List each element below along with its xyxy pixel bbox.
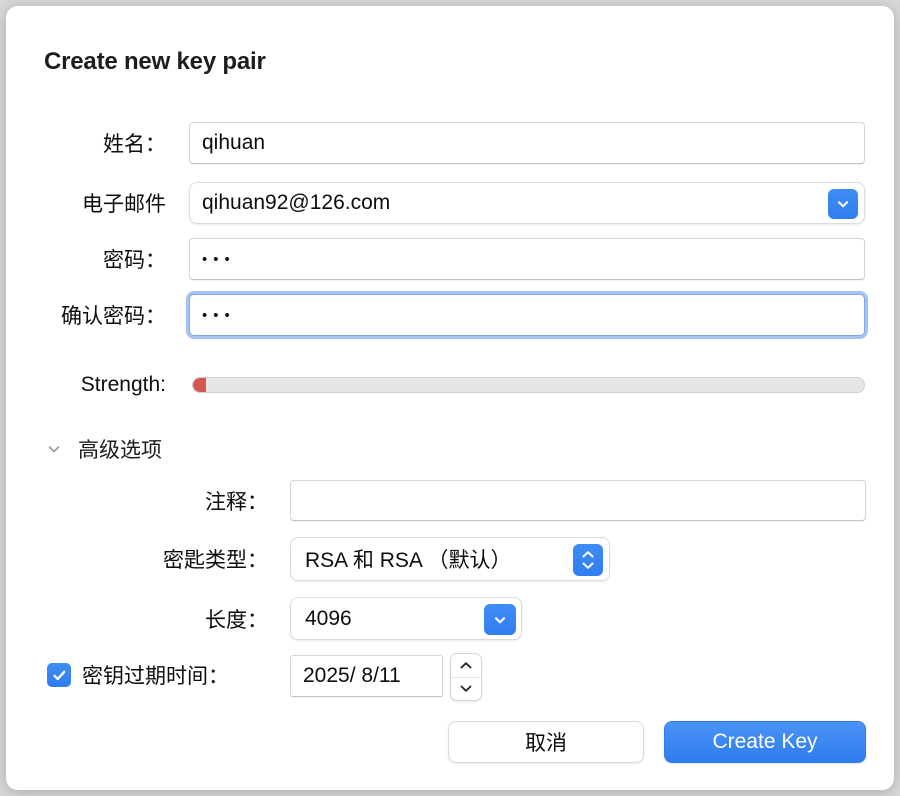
create-key-button[interactable]: Create Key: [664, 721, 866, 763]
length-combobox[interactable]: 4096: [290, 597, 522, 640]
comment-label: 注释：: [205, 490, 268, 514]
email-combobox[interactable]: qihuan92@126.com: [189, 182, 865, 224]
name-label: 姓名：: [103, 133, 166, 156]
expiry-stepper-up[interactable]: [451, 654, 481, 678]
password-label: 密码：: [103, 249, 166, 272]
key-type-stepper-button[interactable]: [573, 544, 603, 576]
cancel-button-label: 取消: [525, 732, 567, 755]
expiry-label: 密钥过期时间：: [82, 665, 229, 688]
length-value: 4096: [305, 606, 352, 630]
chevron-down-icon: [494, 616, 506, 623]
row-comment: 注释：: [6, 480, 866, 521]
chevron-down-icon: [582, 562, 594, 569]
password-input-value: •••: [202, 250, 236, 268]
checkmark-icon: [52, 670, 65, 680]
row-name: 姓名： qihuan: [6, 122, 866, 164]
length-dropdown-button[interactable]: [484, 604, 516, 635]
chevron-up-icon: [460, 662, 472, 669]
name-input[interactable]: qihuan: [189, 122, 865, 164]
name-input-value: qihuan: [202, 131, 266, 154]
row-length: 长度： 4096: [6, 597, 566, 640]
password-input[interactable]: •••: [189, 238, 865, 280]
dialog-window: Create new key pair 姓名： qihuan 电子邮件 qihu…: [6, 6, 894, 790]
chevron-down-icon: [837, 201, 849, 208]
page-title: Create new key pair: [44, 48, 266, 75]
comment-input[interactable]: [290, 480, 866, 521]
length-label: 长度：: [205, 608, 268, 632]
confirm-password-label: 确认密码：: [61, 305, 166, 328]
chevron-up-icon: [582, 551, 594, 558]
strength-label: Strength:: [80, 373, 166, 396]
advanced-options-label: 高级选项: [78, 439, 162, 462]
cancel-button[interactable]: 取消: [448, 721, 644, 763]
advanced-options-toggle[interactable]: 高级选项: [46, 434, 162, 464]
create-key-pair-dialog: Create new key pair 姓名： qihuan 电子邮件 qihu…: [6, 6, 894, 790]
expiry-date-value: 2025/ 8/11: [303, 664, 401, 687]
email-label: 电子邮件: [82, 193, 166, 216]
chevron-down-icon: [48, 446, 60, 453]
key-type-select[interactable]: RSA 和 RSA （默认）: [290, 537, 610, 581]
email-input-value: qihuan92@126.com: [202, 191, 391, 214]
row-email: 电子邮件 qihuan92@126.com: [6, 182, 886, 224]
expiry-checkbox[interactable]: [47, 663, 71, 687]
row-key-type: 密匙类型： RSA 和 RSA （默认）: [6, 537, 626, 581]
confirm-password-input-value: •••: [202, 306, 236, 324]
expiry-date-stepper[interactable]: [450, 653, 482, 701]
chevron-down-icon: [460, 685, 472, 692]
strength-meter-fill: [193, 378, 207, 392]
confirm-password-input[interactable]: •••: [189, 294, 865, 336]
strength-meter: [192, 377, 865, 393]
key-type-label: 密匙类型：: [163, 549, 268, 572]
row-password: 密码： •••: [6, 238, 866, 280]
email-dropdown-button[interactable]: [828, 189, 858, 219]
expiry-stepper-down[interactable]: [451, 678, 481, 701]
row-confirm-password: 确认密码： •••: [6, 294, 866, 336]
key-type-value: RSA 和 RSA （默认）: [305, 549, 512, 572]
expiry-date-input[interactable]: 2025/ 8/11: [290, 655, 443, 697]
create-key-button-label: Create Key: [712, 730, 818, 753]
